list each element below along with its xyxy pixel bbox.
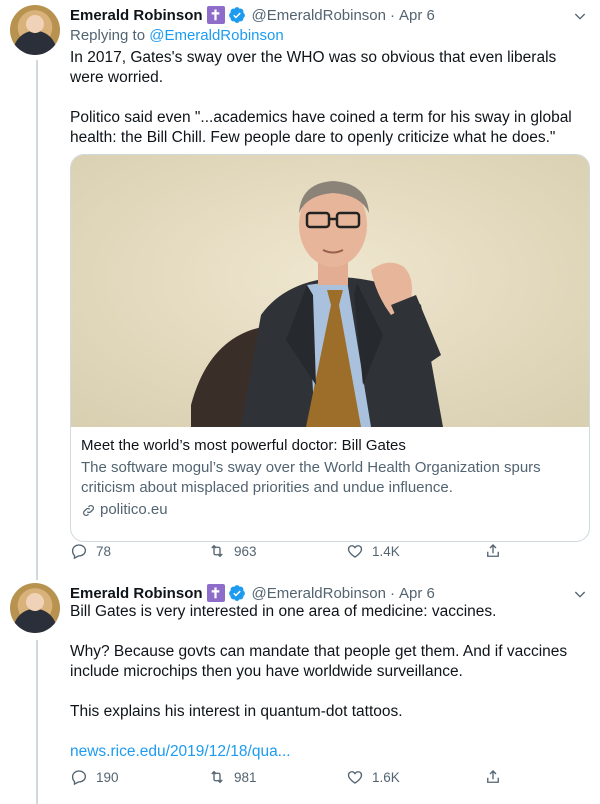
reply-icon (71, 544, 87, 560)
tweet-paragraph: This explains his interest in quantum-do… (70, 703, 403, 720)
tweet-paragraph: In 2017, Gates's sway over the WHO was s… (70, 49, 557, 86)
separator-dot: · (390, 584, 395, 602)
cross-badge-icon: ✝ (206, 584, 225, 602)
replying-to-label: Replying to (70, 27, 150, 44)
replying-to: Replying to @EmeraldRobinson (70, 27, 284, 44)
tweet-actions: 190 981 1.6K (70, 767, 520, 787)
chevron-down-icon[interactable] (572, 586, 588, 602)
like-count: 1.6K (372, 769, 400, 785)
tweet-text: Bill Gates is very interested in one are… (70, 602, 580, 762)
heart-icon (347, 771, 363, 784)
share-icon (487, 770, 499, 783)
tweet[interactable]: Emerald Robinson ✝ @EmeraldRobinson · Ap… (0, 578, 600, 804)
retweet-button[interactable]: 963 (208, 542, 257, 560)
tweet-link[interactable]: news.rice.edu/2019/12/18/qua... (70, 742, 580, 762)
author-handle[interactable]: @EmeraldRobinson (252, 585, 386, 602)
separator-dot: · (390, 6, 395, 24)
reply-count: 78 (96, 543, 112, 559)
card-domain: politico.eu (100, 501, 168, 518)
tweet-date[interactable]: Apr 6 (399, 7, 435, 24)
verified-icon (228, 585, 245, 601)
tweet-header: Emerald Robinson ✝ @EmeraldRobinson · Ap… (70, 4, 435, 26)
tweet-date[interactable]: Apr 6 (399, 585, 435, 602)
card-image (71, 155, 589, 427)
tweet-paragraph: Bill Gates is very interested in one are… (70, 603, 497, 620)
chevron-down-icon[interactable] (572, 8, 588, 24)
author-handle[interactable]: @EmeraldRobinson (252, 7, 386, 24)
retweet-count: 981 (234, 769, 257, 785)
reply-icon (71, 770, 87, 786)
avatar[interactable] (10, 5, 60, 55)
reply-count: 190 (96, 769, 119, 785)
tweet-header: Emerald Robinson ✝ @EmeraldRobinson · Ap… (70, 582, 435, 604)
retweet-button[interactable]: 981 (208, 768, 257, 786)
avatar[interactable] (10, 583, 60, 633)
card-body: Meet the world’s most powerful doctor: B… (81, 436, 579, 520)
like-count: 1.4K (372, 543, 400, 559)
link-card[interactable]: Meet the world’s most powerful doctor: B… (70, 154, 590, 542)
tweet[interactable]: Emerald Robinson ✝ @EmeraldRobinson · Ap… (0, 0, 600, 575)
reply-button[interactable]: 190 (70, 768, 119, 786)
heart-icon (347, 545, 363, 558)
reply-button[interactable]: 78 (70, 542, 111, 560)
like-button[interactable]: 1.6K (346, 768, 400, 786)
tweet-paragraph: Why? Because govts can mandate that peop… (70, 643, 568, 680)
like-button[interactable]: 1.4K (346, 542, 400, 560)
retweet-icon (211, 770, 223, 784)
cross-badge-icon: ✝ (206, 6, 225, 24)
share-button[interactable] (484, 542, 510, 560)
retweet-count: 963 (234, 543, 257, 559)
link-icon (83, 504, 94, 516)
tweet-paragraph: Politico said even "...academics have co… (70, 109, 572, 146)
card-title: Meet the world’s most powerful doctor: B… (81, 437, 406, 454)
share-button[interactable] (484, 768, 510, 786)
tweet-text: In 2017, Gates's sway over the WHO was s… (70, 48, 580, 148)
share-icon (487, 544, 499, 557)
retweet-icon (211, 544, 223, 558)
tweet-actions: 78 963 1.4K (70, 541, 520, 561)
author-name[interactable]: Emerald Robinson (70, 7, 203, 24)
card-description: The software mogul’s sway over the World… (81, 459, 541, 496)
replying-to-handle[interactable]: @EmeraldRobinson (149, 27, 283, 44)
card-domain-row: politico.eu (81, 500, 579, 520)
verified-icon (228, 7, 245, 23)
author-name[interactable]: Emerald Robinson (70, 585, 203, 602)
